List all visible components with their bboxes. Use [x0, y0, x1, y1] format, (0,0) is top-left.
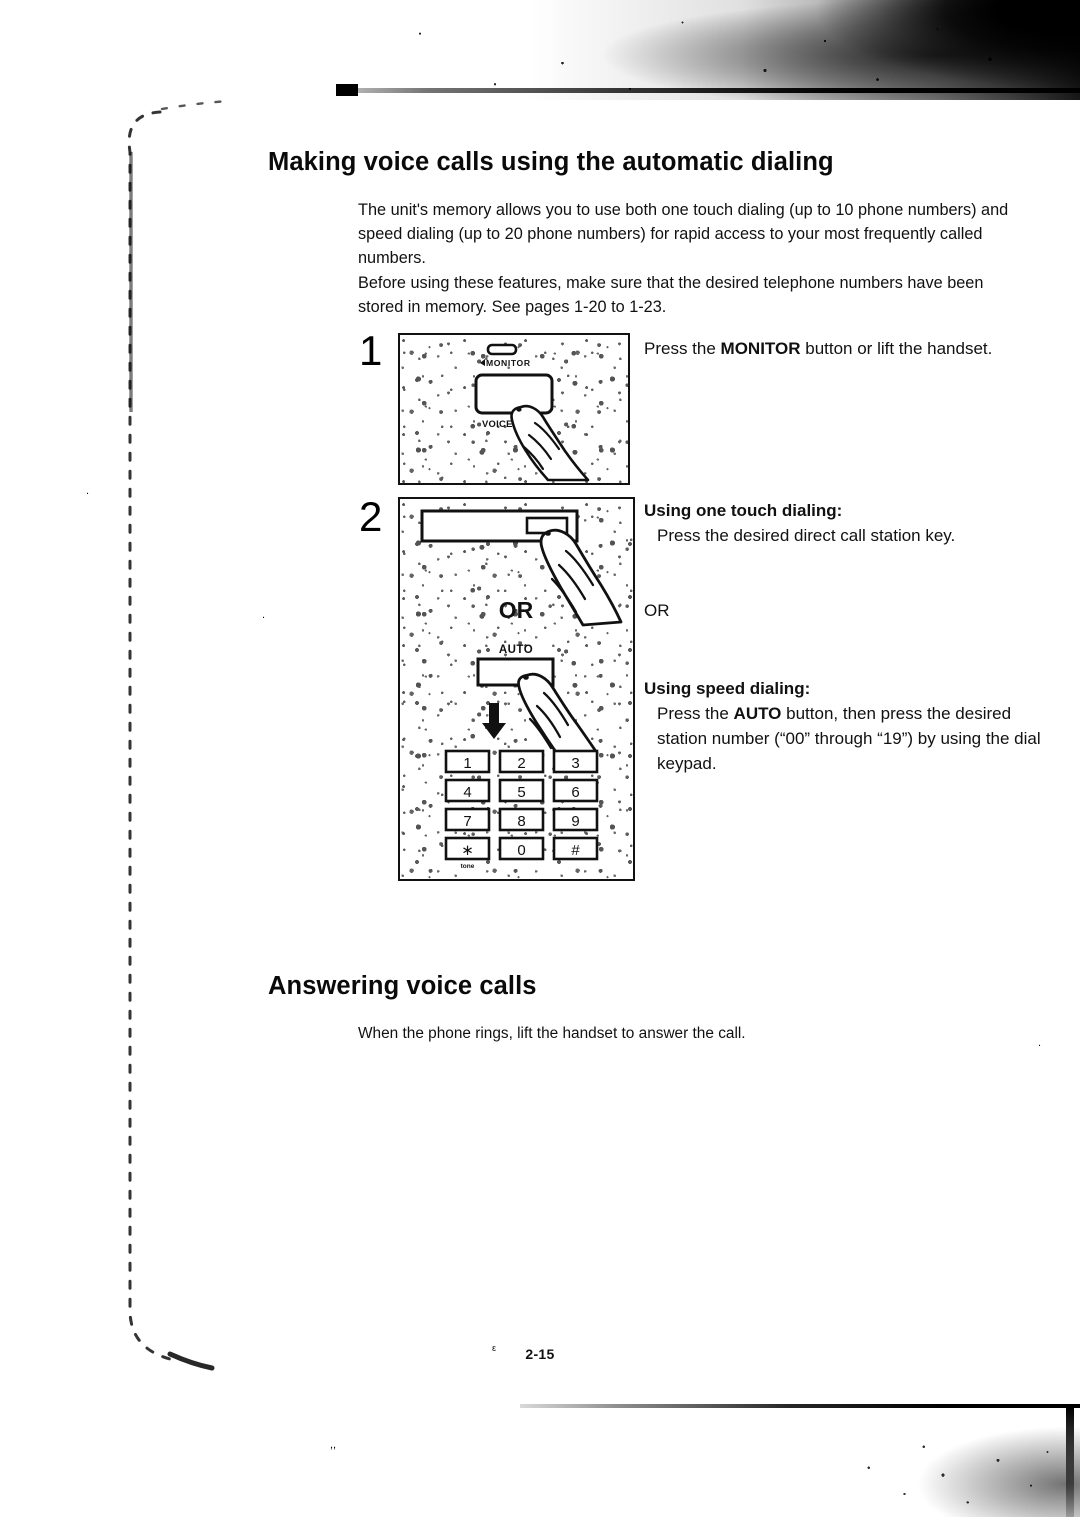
svg-text:∗: ∗	[461, 842, 474, 859]
svg-text:8: 8	[517, 813, 525, 830]
section-heading-making-voice-calls: Making voice calls using the automatic d…	[268, 148, 834, 176]
intro-paragraph-answering-voice-calls: When the phone rings, lift the handset t…	[358, 1025, 746, 1042]
step-2-separator: OR	[644, 601, 670, 620]
step-2-option-b-heading: Using speed dialing:	[644, 679, 811, 698]
figure-keypad: 1 2 3 4 5 6 7 8 9 ∗ 0 # tone	[444, 749, 599, 870]
figure-auto-label: AUTO	[499, 644, 533, 656]
svg-text:MONITOR: MONITOR	[486, 358, 531, 368]
section-heading-answering-voice-calls: Answering voice calls	[268, 972, 537, 1000]
step-2-option-b-body: Press the AUTO button, then press the de…	[657, 701, 1042, 776]
step-1-instruction-prefix: Press the	[644, 339, 721, 358]
intro-paragraph-making-voice-calls: The unit's memory allows you to use both…	[358, 201, 1009, 316]
svg-text:2: 2	[517, 755, 525, 772]
step-1-number: 1	[359, 327, 383, 374]
step-1-instruction-bold: MONITOR	[720, 339, 801, 358]
step-2-option-b-prefix: Press the	[657, 704, 734, 723]
step-2-option-a: Using one touch dialing: Press the desir…	[644, 498, 1036, 548]
svg-text:4: 4	[463, 784, 471, 801]
step-1-instruction: Press the MONITOR button or lift the han…	[644, 336, 1036, 361]
page-number: 2-15	[525, 1346, 555, 1362]
step-1-figure: MONITOR VOICE ST	[398, 333, 630, 485]
step-2-option-b: Using speed dialing: Press the AUTO butt…	[644, 676, 1042, 776]
step-2-option-a-heading: Using one touch dialing:	[644, 501, 843, 520]
step-2-option-b-bold: AUTO	[733, 704, 782, 723]
step-2-illustration: OR AUTO 1 2 3 4 5 6 7 8 9 ∗ 0 # tone	[420, 509, 623, 870]
figure-tone-label: tone	[461, 863, 475, 870]
step-1-instruction-suffix: button or lift the handset.	[800, 339, 993, 358]
step-2-number: 2	[359, 493, 383, 540]
svg-text:7: 7	[463, 813, 471, 830]
page-content: Making voice calls using the automatic d…	[0, 0, 1080, 1526]
svg-text:6: 6	[571, 784, 579, 801]
step-2-option-a-body: Press the desired direct call station ke…	[657, 526, 956, 545]
step-1-illustration: MONITOR VOICE ST	[474, 343, 590, 482]
svg-text:5: 5	[517, 784, 525, 801]
step-2-figure: OR AUTO 1 2 3 4 5 6 7 8 9 ∗ 0 # tone	[398, 497, 635, 881]
svg-text:1: 1	[463, 755, 471, 772]
svg-text:3: 3	[571, 755, 579, 772]
figure-or-label: OR	[499, 597, 534, 623]
svg-text:#: #	[571, 842, 580, 859]
svg-text:9: 9	[571, 813, 579, 830]
svg-text:0: 0	[517, 842, 525, 859]
